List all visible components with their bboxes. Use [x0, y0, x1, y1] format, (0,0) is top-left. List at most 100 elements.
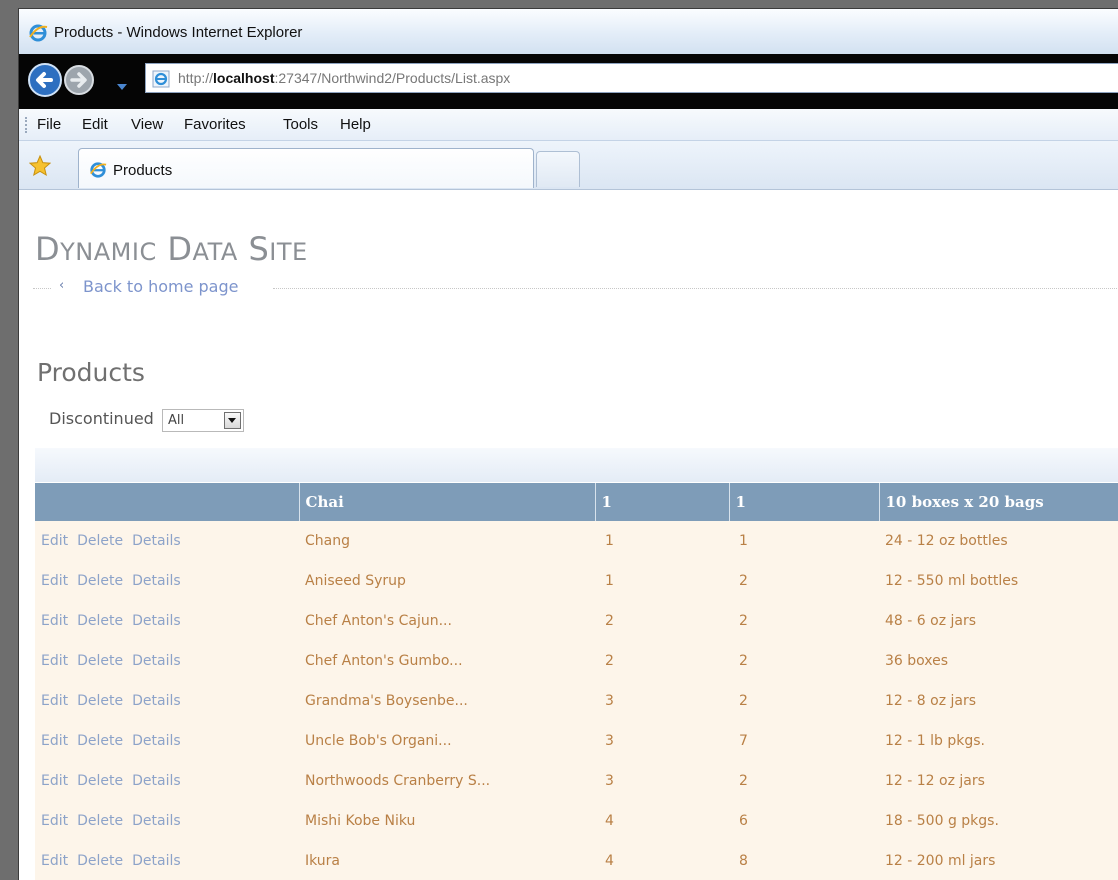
delete-link[interactable]: Delete	[77, 773, 123, 789]
quantity-cell: 48 - 6 oz jars	[879, 601, 1118, 641]
table-row: Edit Delete Details Chef Anton's Gumbo... …	[35, 641, 1118, 681]
edit-link[interactable]: Edit	[41, 773, 68, 789]
row-actions: Edit Delete Details	[35, 761, 299, 801]
category-cell: 1	[729, 521, 879, 561]
edit-link[interactable]: Edit	[41, 813, 68, 829]
table-row: Edit Delete Details Ikura 4 8 12 - 200 ml …	[35, 841, 1118, 880]
back-to-home-link[interactable]: Back to home page	[83, 277, 238, 296]
divider	[33, 288, 51, 289]
tab-bar: Products	[19, 141, 1118, 190]
products-table: Chai 1 1 10 boxes x 20 bags Edit Delete De…	[35, 483, 1118, 880]
back-arrow-icon[interactable]	[27, 62, 63, 102]
details-link[interactable]: Details	[132, 533, 181, 549]
table-header-row: Chai 1 1 10 boxes x 20 bags	[35, 483, 1118, 521]
supplier-cell: 3	[595, 681, 729, 721]
tab-products[interactable]: Products	[78, 148, 534, 188]
column-header[interactable]: 1	[595, 483, 730, 521]
filter-label: Discontinued	[49, 409, 154, 428]
details-link[interactable]: Details	[132, 693, 181, 709]
page-ie-icon	[152, 70, 170, 92]
delete-link[interactable]: Delete	[77, 573, 123, 589]
details-link[interactable]: Details	[132, 613, 181, 629]
tab-label: Products	[113, 162, 173, 179]
quantity-cell: 12 - 12 oz jars	[879, 761, 1118, 801]
category-cell: 2	[729, 641, 879, 681]
url-path: :27347/Northwind2/Products/List.aspx	[274, 70, 511, 86]
ie-logo-icon	[28, 23, 48, 47]
category-cell: 7	[729, 721, 879, 761]
grid-caption-strip	[35, 448, 1118, 482]
table-row: Edit Delete Details Aniseed Syrup 1 2 12 -…	[35, 561, 1118, 601]
product-name-cell: Chang	[299, 521, 595, 561]
address-url[interactable]: http://localhost:27347/Northwind2/Produc…	[178, 70, 510, 86]
edit-link[interactable]: Edit	[41, 853, 68, 869]
edit-link[interactable]: Edit	[41, 733, 68, 749]
delete-link[interactable]: Delete	[77, 653, 123, 669]
discontinued-filter-select[interactable]: All	[162, 409, 244, 432]
supplier-cell: 3	[595, 721, 729, 761]
browser-window: Products - Windows Internet Explorer htt…	[18, 8, 1118, 880]
site-title-rest-1: YNAMIC	[60, 238, 157, 266]
menu-file[interactable]: File	[37, 116, 61, 133]
quantity-cell: 12 - 200 ml jars	[879, 841, 1118, 880]
column-header[interactable]: 10 boxes x 20 bags	[879, 483, 1118, 521]
url-scheme: http://	[178, 70, 214, 86]
row-actions: Edit Delete Details	[35, 801, 299, 841]
category-cell: 8	[729, 841, 879, 880]
address-bar[interactable]: http://localhost:27347/Northwind2/Produc…	[145, 63, 1118, 93]
table-row: Edit Delete Details Grandma's Boysenbe... …	[35, 681, 1118, 721]
delete-link[interactable]: Delete	[77, 813, 123, 829]
column-header[interactable]: Chai	[299, 483, 596, 521]
delete-link[interactable]: Delete	[77, 853, 123, 869]
column-header[interactable]	[35, 483, 300, 521]
quantity-cell: 24 - 12 oz bottles	[879, 521, 1118, 561]
window-title: Products - Windows Internet Explorer	[54, 24, 303, 41]
forward-arrow-icon[interactable]	[63, 64, 95, 100]
product-name-cell: Aniseed Syrup	[299, 561, 595, 601]
delete-link[interactable]: Delete	[77, 613, 123, 629]
details-link[interactable]: Details	[132, 853, 181, 869]
toolbar-grip	[25, 117, 30, 133]
menu-help[interactable]: Help	[340, 116, 371, 133]
product-name-cell: Mishi Kobe Niku	[299, 801, 595, 841]
star-icon[interactable]	[28, 154, 52, 181]
supplier-cell: 1	[595, 561, 729, 601]
table-row: Edit Delete Details Chef Anton's Cajun... …	[35, 601, 1118, 641]
row-actions: Edit Delete Details	[35, 841, 299, 880]
details-link[interactable]: Details	[132, 813, 181, 829]
menu-favorites[interactable]: Favorites	[184, 116, 246, 133]
new-tab-button[interactable]	[536, 151, 580, 187]
menu-edit[interactable]: Edit	[82, 116, 108, 133]
edit-link[interactable]: Edit	[41, 573, 68, 589]
delete-link[interactable]: Delete	[77, 733, 123, 749]
row-actions: Edit Delete Details	[35, 681, 299, 721]
quantity-cell: 12 - 550 ml bottles	[879, 561, 1118, 601]
details-link[interactable]: Details	[132, 573, 181, 589]
details-link[interactable]: Details	[132, 733, 181, 749]
site-title-cap-2: D	[167, 230, 193, 268]
supplier-cell: 4	[595, 801, 729, 841]
details-link[interactable]: Details	[132, 653, 181, 669]
product-name-cell: Chef Anton's Gumbo...	[299, 641, 595, 681]
url-host: localhost	[213, 70, 275, 86]
menu-view[interactable]: View	[131, 116, 163, 133]
site-title-rest-2: ATA	[192, 238, 238, 266]
edit-link[interactable]: Edit	[41, 613, 68, 629]
row-actions: Edit Delete Details	[35, 721, 299, 761]
delete-link[interactable]: Delete	[77, 693, 123, 709]
column-header[interactable]: 1	[729, 483, 880, 521]
edit-link[interactable]: Edit	[41, 653, 68, 669]
edit-link[interactable]: Edit	[41, 533, 68, 549]
details-link[interactable]: Details	[132, 773, 181, 789]
page-content: DYNAMIC DATA SITE ‹ Back to home page Pr…	[19, 190, 1118, 880]
menu-tools[interactable]: Tools	[283, 116, 318, 133]
delete-link[interactable]: Delete	[77, 533, 123, 549]
chevron-down-icon[interactable]	[224, 412, 241, 429]
row-actions: Edit Delete Details	[35, 561, 299, 601]
quantity-cell: 18 - 500 g pkgs.	[879, 801, 1118, 841]
supplier-cell: 2	[595, 601, 729, 641]
site-title: DYNAMIC DATA SITE	[35, 230, 308, 268]
history-dropdown-icon[interactable]	[116, 76, 128, 95]
edit-link[interactable]: Edit	[41, 693, 68, 709]
menu-bar: File Edit View Favorites Tools Help	[19, 109, 1118, 141]
